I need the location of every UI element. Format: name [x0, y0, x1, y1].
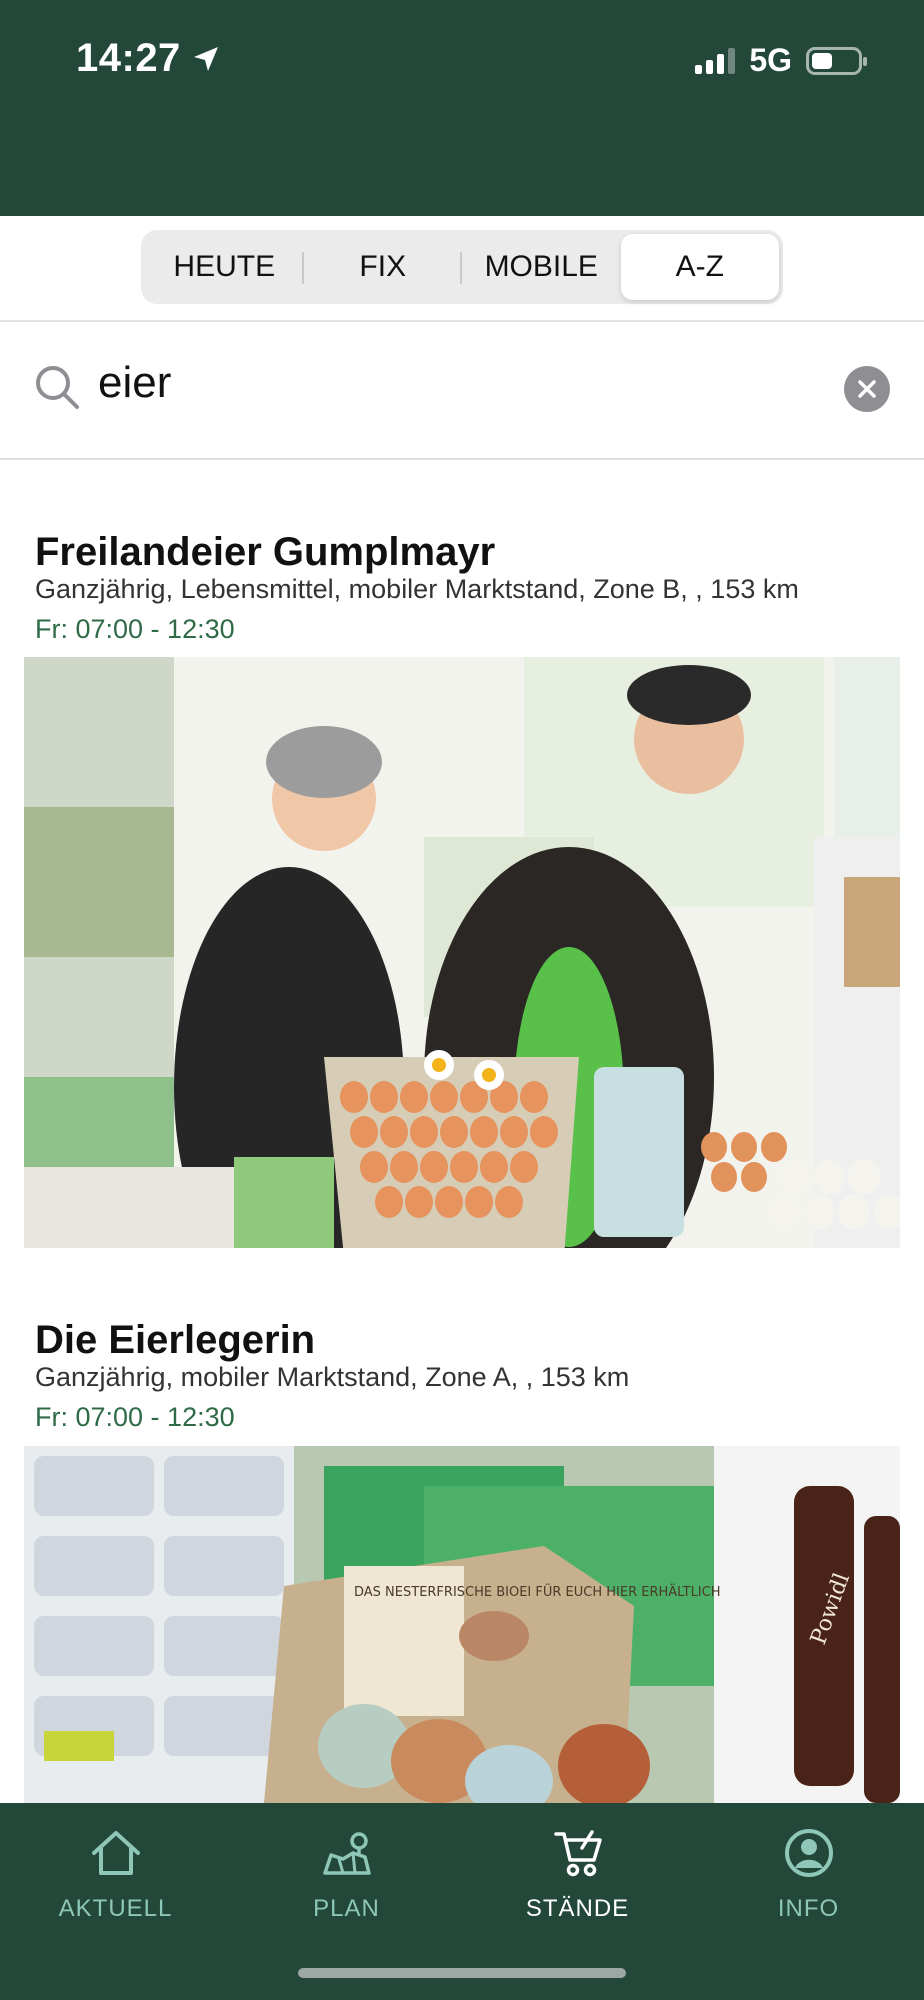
status-time-text: 14:27	[76, 36, 181, 80]
search-input[interactable]: eier	[98, 358, 171, 408]
battery-icon	[806, 46, 867, 75]
stand-meta: Ganzjährig, mobiler Marktstand, Zone A, …	[35, 1362, 630, 1392]
sign-text: DAS NESTERFRISCHE BIOEI FÜR EUCH HIER ER…	[354, 1583, 721, 1600]
tab-mobile[interactable]: MOBILE	[462, 234, 621, 300]
list-item[interactable]: Die Eierlegerin Ganzjährig, mobiler Mark…	[0, 1308, 924, 1803]
status-time: 14:27	[76, 36, 221, 81]
segmented-control: HEUTE FIX MOBILE A-Z	[141, 230, 783, 304]
nav-staende[interactable]: STÄNDE	[462, 1803, 693, 1953]
clear-icon	[858, 380, 876, 398]
filter-bar: HEUTE FIX MOBILE A-Z	[0, 216, 924, 322]
clear-search-button[interactable]	[844, 366, 890, 412]
app-header: 14:27 5G	[0, 0, 924, 216]
nav-plan[interactable]: PLAN	[231, 1803, 462, 1953]
stand-photo[interactable]	[24, 657, 900, 1248]
search-bar: eier	[0, 322, 924, 460]
search-icon	[36, 366, 79, 409]
list-item[interactable]: Freilandeier Gumplmayr Ganzjährig, Leben…	[0, 520, 924, 1250]
user-icon	[784, 1829, 833, 1877]
location-arrow-icon	[193, 46, 218, 71]
nav-label: INFO	[777, 1895, 840, 1922]
nav-label: PLAN	[313, 1895, 380, 1922]
status-indicators: 5G	[695, 42, 867, 79]
nav-label: STÄNDE	[525, 1895, 630, 1922]
cart-icon	[553, 1830, 602, 1877]
network-label: 5G	[749, 42, 792, 78]
stand-hours: Fr: 07:00 - 12:30	[35, 1402, 235, 1432]
nav-label: AKTUELL	[58, 1895, 173, 1922]
stand-photo-illustration: Powidl DAS NESTERFRISCHE BIOEI FÜR EUCH …	[24, 1446, 900, 1803]
tab-a-z[interactable]: A-Z	[620, 234, 779, 300]
stand-photo-illustration	[24, 657, 900, 1248]
signal-icon	[695, 47, 736, 74]
map-icon	[322, 1832, 371, 1875]
nav-aktuell[interactable]: AKTUELL	[0, 1803, 231, 1953]
stand-title: Freilandeier Gumplmayr	[35, 530, 496, 574]
stand-title: Die Eierlegerin	[35, 1318, 316, 1362]
tab-heute[interactable]: HEUTE	[145, 234, 304, 300]
home-indicator[interactable]	[298, 1968, 626, 1978]
tab-fix[interactable]: FIX	[304, 234, 463, 300]
stand-photo[interactable]: Powidl DAS NESTERFRISCHE BIOEI FÜR EUCH …	[24, 1446, 900, 1803]
home-icon	[91, 1831, 140, 1875]
stand-hours: Fr: 07:00 - 12:30	[35, 614, 235, 644]
nav-info[interactable]: INFO	[693, 1803, 924, 1953]
stand-meta: Ganzjährig, Lebensmittel, mobiler Markts…	[35, 574, 799, 604]
